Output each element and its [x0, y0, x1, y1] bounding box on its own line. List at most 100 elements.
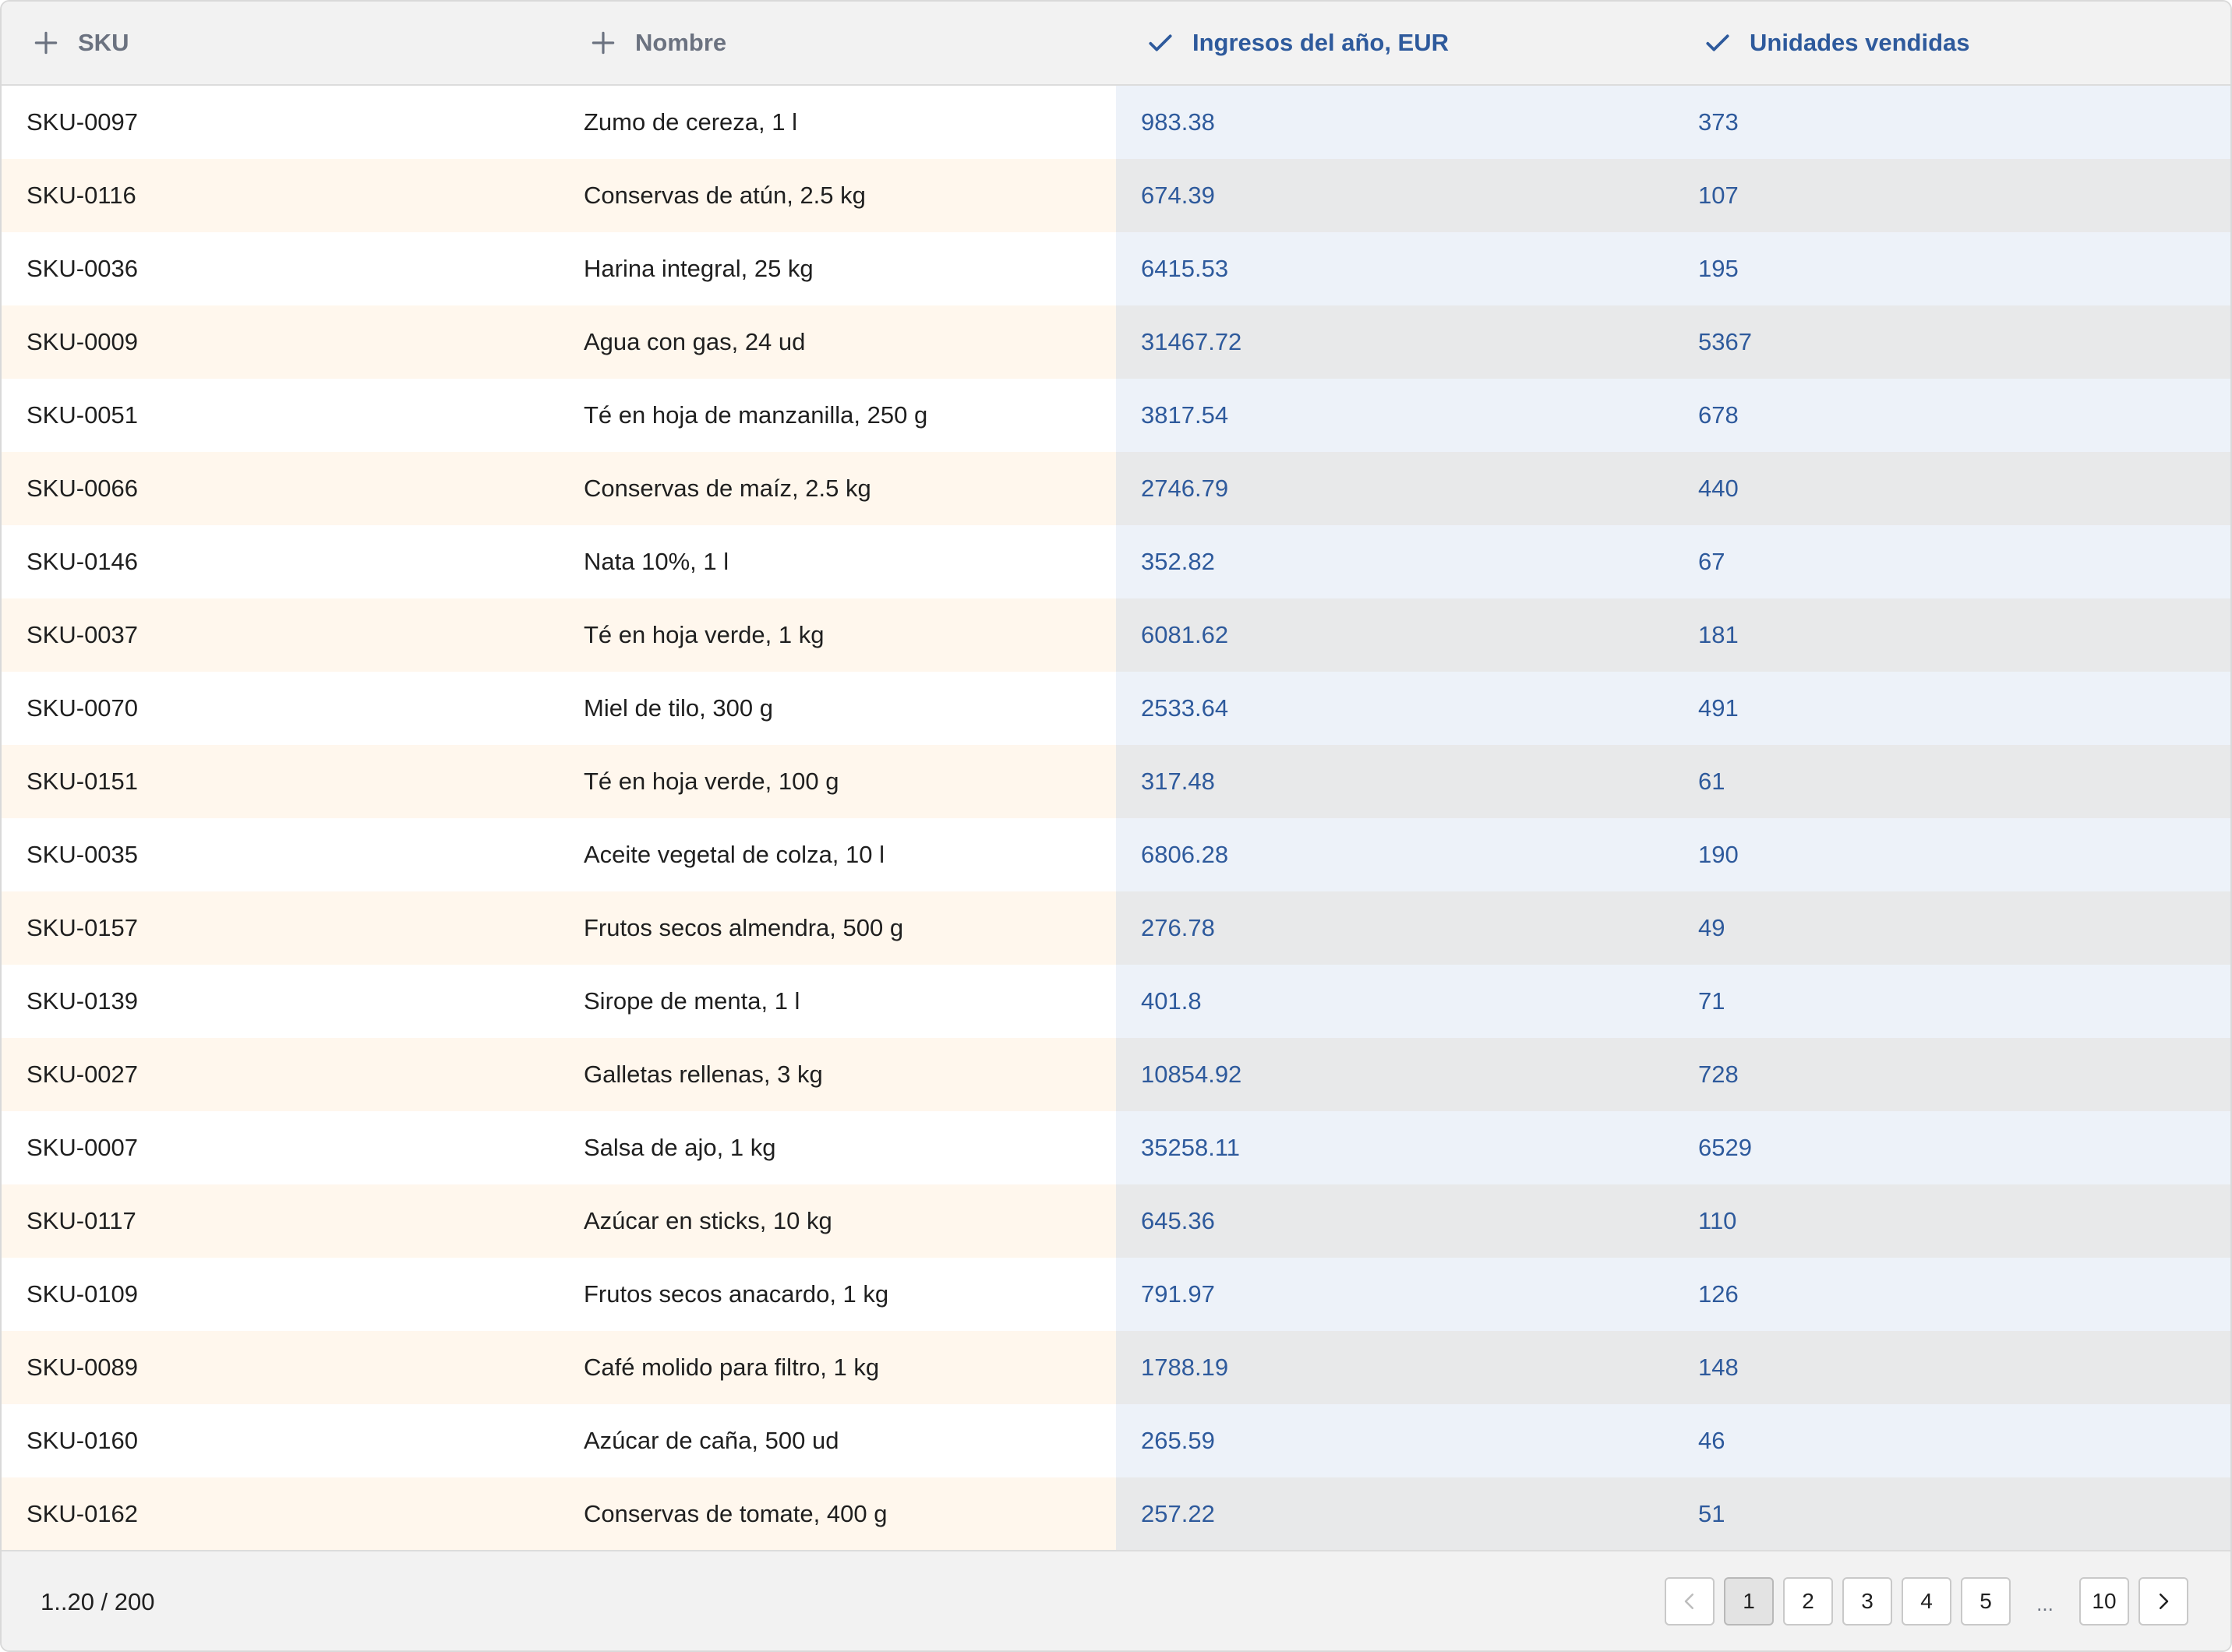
cell-nombre: Zumo de cereza, 1 l [559, 86, 1116, 159]
cell-ingresos: 401.8 [1116, 965, 1673, 1038]
cell-unidades: 190 [1673, 818, 2230, 891]
cell-ingresos: 3817.54 [1116, 379, 1673, 452]
cell-ingresos: 1788.19 [1116, 1331, 1673, 1404]
table-row[interactable]: SKU-0157 Frutos secos almendra, 500 g 276.… [2, 891, 2230, 965]
cell-nombre: Miel de tilo, 300 g [559, 672, 1116, 745]
cell-unidades: 126 [1673, 1258, 2230, 1331]
cell-unidades: 107 [1673, 159, 2230, 232]
cell-ingresos: 10854.92 [1116, 1038, 1673, 1111]
cell-sku: SKU-0089 [2, 1331, 559, 1404]
table-row[interactable]: SKU-0007 Salsa de ajo, 1 kg 35258.11 6529 [2, 1111, 2230, 1184]
table-row[interactable]: SKU-0036 Harina integral, 25 kg 6415.53 195 [2, 232, 2230, 305]
table-row[interactable]: SKU-0070 Miel de tilo, 300 g 2533.64 491 [2, 672, 2230, 745]
cell-sku: SKU-0035 [2, 818, 559, 891]
check-icon[interactable] [1146, 28, 1175, 58]
table-row[interactable]: SKU-0097 Zumo de cereza, 1 l 983.38 373 [2, 86, 2230, 159]
cell-unidades: 46 [1673, 1404, 2230, 1477]
page-button-5[interactable]: 5 [1961, 1577, 2011, 1626]
cell-unidades: 195 [1673, 232, 2230, 305]
cell-ingresos: 276.78 [1116, 891, 1673, 965]
cell-sku: SKU-0157 [2, 891, 559, 965]
cell-unidades: 440 [1673, 452, 2230, 525]
cell-sku: SKU-0036 [2, 232, 559, 305]
prev-page-button[interactable] [1665, 1577, 1715, 1626]
next-page-button[interactable] [2138, 1577, 2188, 1626]
cell-nombre: Conservas de atún, 2.5 kg [559, 159, 1116, 232]
cell-ingresos: 257.22 [1116, 1477, 1673, 1551]
cell-sku: SKU-0139 [2, 965, 559, 1038]
pagination-ellipsis: ... [2036, 1592, 2054, 1615]
cell-nombre: Frutos secos almendra, 500 g [559, 891, 1116, 965]
cell-ingresos: 352.82 [1116, 525, 1673, 598]
cell-sku: SKU-0051 [2, 379, 559, 452]
cell-nombre: Té en hoja de manzanilla, 250 g [559, 379, 1116, 452]
column-header-ingresos[interactable]: Ingresos del año, EUR [1116, 2, 1673, 84]
cell-nombre: Galletas rellenas, 3 kg [559, 1038, 1116, 1111]
page-button-2[interactable]: 2 [1783, 1577, 1833, 1626]
cell-unidades: 181 [1673, 598, 2230, 672]
table-row[interactable]: SKU-0109 Frutos secos anacardo, 1 kg 791.9… [2, 1258, 2230, 1331]
page-button-4[interactable]: 4 [1902, 1577, 1951, 1626]
cell-sku: SKU-0066 [2, 452, 559, 525]
table-row[interactable]: SKU-0151 Té en hoja verde, 100 g 317.48 61 [2, 745, 2230, 818]
page-button-3[interactable]: 3 [1842, 1577, 1892, 1626]
cell-unidades: 373 [1673, 86, 2230, 159]
cell-sku: SKU-0160 [2, 1404, 559, 1477]
cell-sku: SKU-0070 [2, 672, 559, 745]
cell-sku: SKU-0007 [2, 1111, 559, 1184]
plus-icon[interactable] [31, 28, 61, 58]
table-row[interactable]: SKU-0117 Azúcar en sticks, 10 kg 645.36 110 [2, 1184, 2230, 1258]
cell-sku: SKU-0097 [2, 86, 559, 159]
cell-unidades: 51 [1673, 1477, 2230, 1551]
cell-nombre: Frutos secos anacardo, 1 kg [559, 1258, 1116, 1331]
cell-nombre: Salsa de ajo, 1 kg [559, 1111, 1116, 1184]
table-row[interactable]: SKU-0027 Galletas rellenas, 3 kg 10854.92 7… [2, 1038, 2230, 1111]
cell-ingresos: 645.36 [1116, 1184, 1673, 1258]
column-header-label: Unidades vendidas [1750, 29, 1970, 56]
cell-unidades: 148 [1673, 1331, 2230, 1404]
table-row[interactable]: SKU-0009 Agua con gas, 24 ud 31467.72 5367 [2, 305, 2230, 379]
table-row[interactable]: SKU-0037 Té en hoja verde, 1 kg 6081.62 181 [2, 598, 2230, 672]
cell-sku: SKU-0146 [2, 525, 559, 598]
cell-nombre: Nata 10%, 1 l [559, 525, 1116, 598]
pagination: 1 2 3 4 5 ... 10 [1655, 1577, 2188, 1626]
table-row[interactable]: SKU-0035 Aceite vegetal de colza, 10 l 680… [2, 818, 2230, 891]
chevron-right-icon [2160, 1594, 2169, 1609]
cell-unidades: 491 [1673, 672, 2230, 745]
table-row[interactable]: SKU-0162 Conservas de tomate, 400 g 257.22… [2, 1477, 2230, 1551]
table-row[interactable]: SKU-0146 Nata 10%, 1 l 352.82 67 [2, 525, 2230, 598]
column-header-sku[interactable]: SKU [2, 2, 559, 84]
cell-nombre: Té en hoja verde, 100 g [559, 745, 1116, 818]
table-row[interactable]: SKU-0089 Café molido para filtro, 1 kg 178… [2, 1331, 2230, 1404]
cell-sku: SKU-0027 [2, 1038, 559, 1111]
table-row[interactable]: SKU-0066 Conservas de maíz, 2.5 kg 2746.79… [2, 452, 2230, 525]
page-button-1[interactable]: 1 [1724, 1577, 1774, 1626]
table-row[interactable]: SKU-0139 Sirope de menta, 1 l 401.8 71 [2, 965, 2230, 1038]
column-header-label: Ingresos del año, EUR [1192, 29, 1450, 56]
plus-icon[interactable] [588, 28, 618, 58]
cell-unidades: 728 [1673, 1038, 2230, 1111]
table-row[interactable]: SKU-0160 Azúcar de caña, 500 ud 265.59 46 [2, 1404, 2230, 1477]
cell-ingresos: 983.38 [1116, 86, 1673, 159]
table-row[interactable]: SKU-0116 Conservas de atún, 2.5 kg 674.39 1… [2, 159, 2230, 232]
cell-unidades: 678 [1673, 379, 2230, 452]
check-icon[interactable] [1703, 28, 1732, 58]
column-header-unidades[interactable]: Unidades vendidas [1673, 2, 2230, 84]
cell-unidades: 6529 [1673, 1111, 2230, 1184]
cell-unidades: 67 [1673, 525, 2230, 598]
cell-unidades: 49 [1673, 891, 2230, 965]
pagination-range: 1..20 / 200 [41, 1587, 155, 1615]
cell-ingresos: 674.39 [1116, 159, 1673, 232]
page-button-last[interactable]: 10 [2079, 1577, 2129, 1626]
cell-unidades: 5367 [1673, 305, 2230, 379]
cell-nombre: Harina integral, 25 kg [559, 232, 1116, 305]
cell-ingresos: 35258.11 [1116, 1111, 1673, 1184]
cell-nombre: Conservas de maíz, 2.5 kg [559, 452, 1116, 525]
cell-ingresos: 2746.79 [1116, 452, 1673, 525]
cell-ingresos: 791.97 [1116, 1258, 1673, 1331]
table-header: SKU Nombre Ingresos del año, EUR Unidade… [2, 2, 2230, 86]
table-row[interactable]: SKU-0051 Té en hoja de manzanilla, 250 g3… [2, 379, 2230, 452]
column-header-nombre[interactable]: Nombre [559, 2, 1116, 84]
cell-unidades: 61 [1673, 745, 2230, 818]
cell-nombre: Azúcar de caña, 500 ud [559, 1404, 1116, 1477]
